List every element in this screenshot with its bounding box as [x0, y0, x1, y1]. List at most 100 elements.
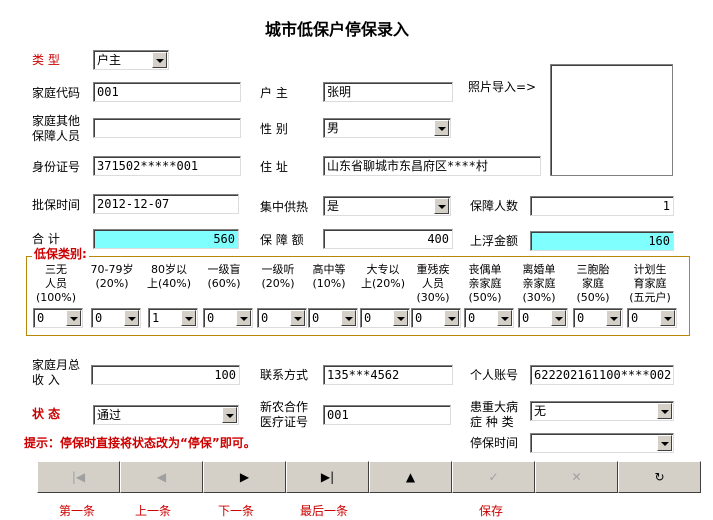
category-select[interactable]: 0	[33, 308, 83, 328]
family-code-label: 家庭代码	[32, 86, 81, 100]
medical-cert-label-line2: 医疗证号	[260, 415, 309, 429]
chevron-down-icon[interactable]	[434, 120, 449, 136]
chevron-down-icon[interactable]	[124, 310, 139, 326]
form-window: 城市低保户停保录入 类 型 户主 照片导入=> 家庭代码 001 户 主 张明 …	[0, 0, 713, 520]
chevron-down-icon[interactable]	[236, 310, 251, 326]
category-column-label-line: (10%)	[312, 277, 346, 290]
address-field[interactable]: 山东省聊城市东昌府区****村	[323, 156, 541, 176]
central-heating-select[interactable]: 是	[323, 196, 451, 216]
status-select[interactable]: 通过	[93, 405, 239, 425]
category-column-label: 丧偶单 亲家庭 (50%)	[455, 263, 515, 305]
first-record-button[interactable]: |◀	[37, 461, 120, 493]
gender-label: 性 别	[260, 122, 288, 136]
chevron-down-icon[interactable]	[657, 403, 672, 419]
chevron-down-icon[interactable]	[497, 310, 512, 326]
monthly-income-field[interactable]: 100	[91, 365, 240, 385]
first-record-icon: |◀	[71, 470, 86, 484]
previous-record-icon: ◀	[156, 470, 167, 484]
chevron-down-icon[interactable]	[434, 198, 449, 214]
float-amount-label: 上浮金额	[470, 234, 519, 248]
category-column-label-line: (100%)	[35, 291, 77, 304]
refresh-button[interactable]: ↻	[618, 461, 701, 493]
contact-field[interactable]: 135***4562	[323, 365, 453, 385]
category-select-value: 0	[207, 311, 215, 325]
category-column-label-line: 三胞胎	[576, 263, 610, 276]
hint-text: 提示：停保时直接将状态改为“停保”即可。	[24, 436, 256, 450]
category-select-value: 0	[631, 311, 639, 325]
covered-count-field[interactable]: 1	[530, 196, 674, 216]
next-record-button[interactable]: ▶	[203, 461, 286, 493]
last-record-icon: ▶|	[320, 470, 335, 484]
category-select-value: 0	[95, 311, 103, 325]
chevron-down-icon[interactable]	[660, 310, 675, 326]
type-select[interactable]: 户主	[93, 50, 169, 70]
category-select-value: 0	[261, 311, 269, 325]
category-select[interactable]: 0	[573, 308, 623, 328]
up-button[interactable]: ▲	[369, 461, 452, 493]
householder-field[interactable]: 张明	[323, 82, 453, 102]
check-icon: ✓	[488, 470, 499, 484]
chevron-down-icon[interactable]	[657, 435, 672, 451]
category-column-label-line: 亲家庭	[468, 277, 502, 290]
central-heating-label: 集中供热	[260, 200, 309, 214]
category-select[interactable]: 0	[203, 308, 253, 328]
next-record-label: 下一条	[218, 504, 255, 518]
category-column-label: 一级盲 (60%)	[194, 263, 254, 291]
householder-label: 户 主	[260, 86, 288, 100]
category-column-label-line: 80岁以	[151, 263, 187, 276]
photo-box[interactable]	[550, 64, 673, 176]
guarantee-amount-field[interactable]: 400	[323, 229, 453, 249]
save-button[interactable]: ✓	[452, 461, 535, 493]
chevron-down-icon[interactable]	[393, 310, 408, 326]
last-record-button[interactable]: ▶|	[286, 461, 369, 493]
account-field[interactable]: 622202161100****002	[530, 365, 674, 385]
total-field[interactable]: 560	[93, 229, 239, 249]
category-select[interactable]: 0	[257, 308, 307, 328]
chevron-down-icon[interactable]	[152, 52, 167, 68]
category-select[interactable]: 0	[360, 308, 410, 328]
cancel-button[interactable]: ✕	[535, 461, 618, 493]
category-select[interactable]: 0	[91, 308, 141, 328]
family-code-field[interactable]: 001	[93, 82, 241, 102]
id-number-field[interactable]: 371502*****001	[93, 156, 241, 176]
chevron-down-icon[interactable]	[222, 407, 237, 423]
category-column-label: 三无 人员 (100%)	[26, 263, 86, 305]
other-members-field[interactable]	[93, 118, 241, 138]
category-column-label-line: 育家庭	[633, 277, 667, 290]
chevron-down-icon[interactable]	[606, 310, 621, 326]
category-column-label: 离婚单 亲家庭 (30%)	[509, 263, 569, 305]
save-label: 保存	[479, 504, 504, 518]
category-column-label-line: (60%)	[207, 277, 241, 290]
category-select[interactable]: 0	[627, 308, 677, 328]
category-select[interactable]: 0	[518, 308, 568, 328]
medical-cert-field[interactable]: 001	[323, 405, 451, 425]
previous-record-button[interactable]: ◀	[120, 461, 203, 493]
covered-count-label: 保障人数	[470, 199, 519, 213]
category-select-value: 0	[577, 311, 585, 325]
chevron-down-icon[interactable]	[66, 310, 81, 326]
category-select[interactable]: 1	[148, 308, 198, 328]
chevron-down-icon[interactable]	[551, 310, 566, 326]
category-column-label-line: (50%)	[468, 291, 502, 304]
category-column-label-line: 丧偶单	[468, 263, 502, 276]
category-select[interactable]: 0	[464, 308, 514, 328]
central-heating-value: 是	[327, 199, 340, 213]
chevron-down-icon[interactable]	[181, 310, 196, 326]
chevron-down-icon[interactable]	[444, 310, 459, 326]
category-column-label-line: 上(40%)	[146, 277, 192, 290]
category-select[interactable]: 0	[308, 308, 358, 328]
approval-time-field[interactable]: 2012-12-07	[93, 194, 239, 214]
chevron-down-icon[interactable]	[290, 310, 305, 326]
stop-time-select[interactable]	[530, 433, 674, 453]
chevron-down-icon[interactable]	[341, 310, 356, 326]
gender-select[interactable]: 男	[323, 118, 451, 138]
illness-select[interactable]: 无	[530, 401, 674, 421]
monthly-income-label-line2: 收 入	[32, 373, 60, 387]
category-select[interactable]: 0	[411, 308, 461, 328]
page-title: 城市低保户停保录入	[265, 20, 410, 39]
monthly-income-label-line1: 家庭月总	[32, 358, 81, 372]
float-amount-field[interactable]: 160	[530, 231, 674, 251]
category-column-label-line: 离婚单	[522, 263, 556, 276]
category-group-title: 低保类别:	[32, 247, 89, 261]
category-column-label-line: 亲家庭	[522, 277, 556, 290]
